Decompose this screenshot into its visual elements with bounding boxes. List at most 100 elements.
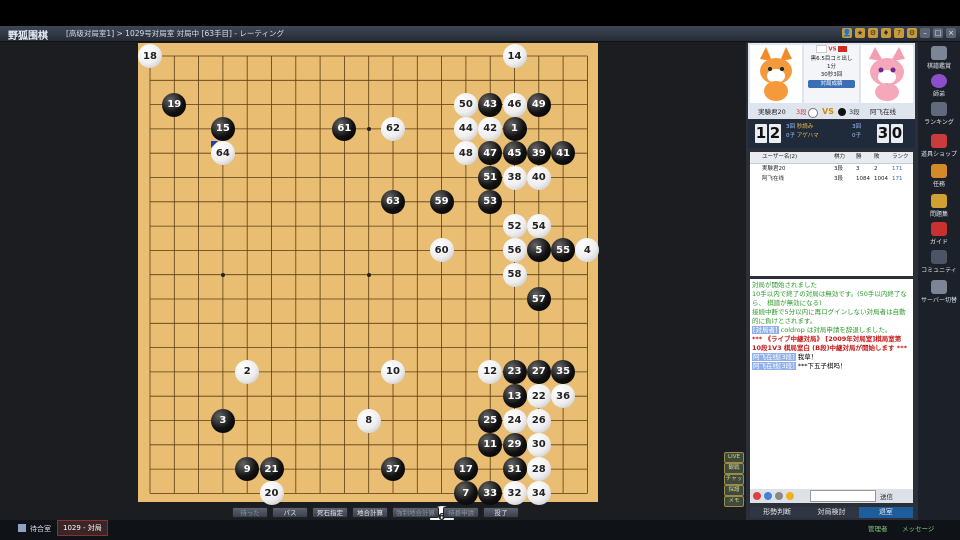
sidebar-item-task[interactable]: 任務 [921, 164, 957, 188]
vs-label: VS [828, 46, 837, 53]
col-ranking[interactable]: ランク [892, 152, 912, 163]
white-stone: 58 [502, 262, 527, 287]
chat-input-bar: 送信 [750, 489, 913, 503]
chat-input[interactable] [810, 490, 876, 502]
dead-stone-button[interactable]: 死石指定 [312, 507, 348, 518]
undo-button[interactable]: 待った [232, 507, 268, 518]
gear-icon[interactable]: ⚙ [868, 28, 878, 38]
black-stone: 15 [210, 116, 235, 141]
sidebar-item-ranking[interactable]: ランキング [921, 102, 957, 126]
black-player-name[interactable]: 実験君20 [758, 105, 786, 119]
chat-text: 我草！ [795, 353, 818, 361]
table-row[interactable]: 実験君20 3段 3 2 171 [750, 164, 913, 174]
sidebar-label: サーバー切替 [921, 297, 957, 304]
col-wins[interactable]: 勝 [856, 152, 874, 163]
force-count-button[interactable]: 強制地合計算 [392, 507, 439, 518]
white-byoyomi-info: 3回 0子 [852, 123, 861, 141]
pink-fox-avatar-icon [869, 47, 905, 101]
white-stone: 42 [478, 116, 503, 141]
lobby-icon[interactable] [18, 524, 26, 532]
chat-sender[interactable]: 阿飞在线[3段] [752, 362, 796, 370]
col-rank[interactable]: 棋力 [834, 152, 856, 163]
watch-button[interactable]: 観戦 [724, 463, 744, 474]
tab-leave[interactable]: 退室 [858, 507, 913, 518]
memo-button[interactable]: メモ [724, 496, 744, 507]
send-button[interactable]: 送信 [880, 491, 893, 501]
font-icon[interactable] [775, 492, 783, 500]
white-stone: 30 [526, 432, 551, 457]
black-stone: 45 [502, 141, 527, 166]
chat-line[interactable]: *** 《ライブ中継対局》 [2009年対局室]棋局室第 10段1V3 棋局室白… [752, 335, 911, 353]
sidebar-item-guide[interactable]: ガイド [921, 222, 957, 246]
record-button[interactable]: 採譜 [724, 485, 744, 496]
white-stone: 18 [138, 44, 162, 68]
manager-link[interactable]: 管理者 [868, 523, 888, 533]
chat-line: 阿飞在线[3段] ***下五子棋吗！ [752, 362, 911, 371]
col-losses[interactable]: 敗 [874, 152, 892, 163]
resign-button[interactable]: 投了 [483, 507, 519, 518]
help-icon[interactable]: ? [894, 28, 904, 38]
user-icon[interactable]: 👤 [842, 28, 852, 38]
sidebar-item-server[interactable]: サーバー切替 [921, 280, 957, 304]
shirt-icon[interactable]: ♦ [881, 28, 891, 38]
main-time: 1分 [827, 64, 836, 70]
tab-game-review[interactable]: 対局検討 [804, 507, 859, 518]
black-player-avatar[interactable] [750, 45, 802, 103]
white-player-avatar[interactable] [861, 45, 913, 103]
tab-position-judge[interactable]: 形勢判断 [750, 507, 805, 518]
sidebar-item-community[interactable]: コミュニティ [921, 250, 957, 274]
settings-icon[interactable]: ⚙ [907, 28, 917, 38]
byoyomi-label: 秒読み [796, 124, 814, 130]
emoji-icon[interactable] [753, 492, 761, 500]
black-time-digit: 1 [755, 124, 767, 143]
star-point [366, 272, 371, 277]
community-icon [931, 250, 947, 264]
minimize-icon[interactable]: – [920, 28, 930, 38]
vs-badge: VS [822, 107, 834, 116]
messenger-link[interactable]: メッセージ [902, 523, 934, 533]
jigo-request-button[interactable]: 持碁申請 [443, 507, 479, 518]
chat-log[interactable]: 対局が開始されました 10手以内で終了の対局は無効です。(50手以内終了なら、 … [750, 279, 913, 489]
black-stone: 19 [162, 92, 187, 117]
user-losses: 2 [874, 166, 878, 172]
fox-avatar-icon [760, 47, 792, 101]
sidebar-item-kifu[interactable]: 棋譜鑑賞 [921, 46, 957, 70]
white-player-name[interactable]: 阿飞在线 [870, 105, 896, 119]
count-button[interactable]: 地合計算 [352, 507, 388, 518]
lobby-tab[interactable]: 待合室 [30, 524, 51, 534]
game-tab[interactable]: 1029 - 対局 [57, 520, 108, 536]
white-stone: 52 [502, 214, 527, 239]
sidebar-item-mentor[interactable]: 師弟 [921, 74, 957, 98]
chat-sender[interactable]: 阿飞在线[3段] [752, 353, 796, 361]
live-button[interactable]: LIVE [724, 452, 744, 463]
sidebar-item-problems[interactable]: 問題集 [921, 194, 957, 218]
black-stone: 51 [478, 165, 503, 190]
close-icon[interactable]: × [946, 28, 956, 38]
white-stone: 26 [526, 408, 551, 433]
chat-line: 阿飞在线[3段] 我草！ [752, 353, 911, 362]
black-byoyomi-info: 3回 秒読み 0子 アゲハマ [786, 123, 819, 141]
user-list: ユーザー名(2) 棋力 勝 敗 ランク 実験君20 3段 3 2 171 阿飞在… [750, 152, 913, 276]
color-icon[interactable] [764, 492, 772, 500]
chat-mini-button[interactable]: チャット [724, 474, 744, 491]
go-board[interactable]: 19 15 61 43 49 1 47 45 39 41 51 63 59 53 5 55 57 23 27 35 13… [138, 43, 600, 530]
col-username[interactable]: ユーザー名(2) [750, 152, 834, 163]
chat-sender[interactable]: [対局者] [752, 326, 779, 334]
sidebar: 棋譜鑑賞 師弟 ランキング 道具ショップ 任務 問題集 ガイド コミュニティ サ… [918, 42, 960, 520]
smile-icon[interactable] [786, 492, 794, 500]
medal-icon[interactable]: ★ [855, 28, 865, 38]
black-stone: 3 [210, 408, 235, 433]
record-link[interactable]: 対局成績 [808, 80, 855, 88]
pass-button[interactable]: パス [272, 507, 308, 518]
white-stone: 32 [502, 481, 527, 506]
panel-tabs: 形勢判断 対局検討 退室 [750, 507, 913, 518]
black-stone: 35 [551, 359, 576, 384]
server-icon [931, 280, 947, 294]
table-row[interactable]: 阿飞在线 3段 1084 1004 171 [750, 174, 913, 184]
shop-icon [931, 134, 947, 148]
maximize-icon[interactable]: □ [933, 28, 943, 38]
white-captures: 0子 [852, 133, 861, 139]
white-stone: 50 [453, 92, 478, 117]
sidebar-item-shop[interactable]: 道具ショップ [921, 134, 957, 158]
game-rules: VS 黒6.5目コミ出し 1分 30秒3回 対局成績 [804, 45, 859, 103]
